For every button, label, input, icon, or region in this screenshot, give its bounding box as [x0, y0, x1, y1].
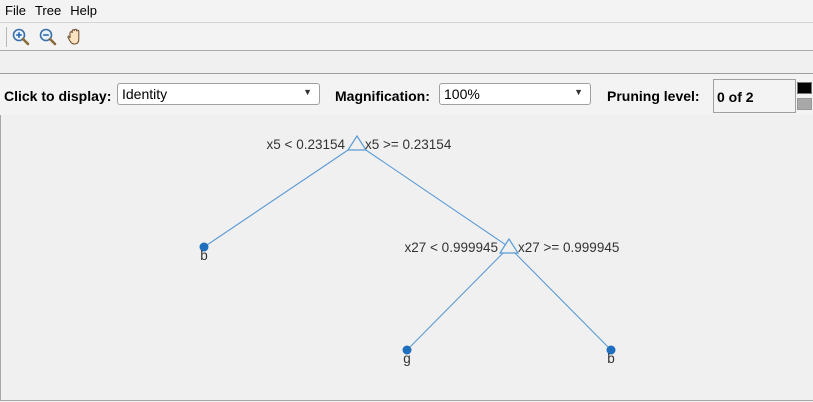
leaf-class-label: b — [607, 351, 615, 366]
edge-node2-left — [406, 246, 510, 351]
toolbar — [0, 23, 813, 51]
prune-less-button[interactable] — [797, 98, 812, 110]
prune-more-button[interactable] — [797, 82, 812, 94]
root-right-condition: x5 >= 0.23154 — [365, 137, 452, 152]
zoom-out-icon — [39, 28, 57, 46]
chevron-down-icon: ▼ — [574, 87, 583, 97]
display-select-value: Identity — [122, 86, 168, 102]
leaf-class-label: b — [200, 248, 208, 263]
pruning-level-value: 0 of 2 — [717, 89, 754, 105]
magnification-label: Magnification: — [335, 88, 430, 104]
node2-right-condition: x27 >= 0.999945 — [518, 240, 619, 255]
menu-tree[interactable]: Tree — [30, 0, 65, 22]
chevron-down-icon: ▼ — [303, 87, 312, 97]
leaf-class-label: g — [403, 351, 411, 366]
zoom-in-icon — [12, 28, 30, 46]
split-triangle-icon — [498, 237, 520, 254]
leaf-node-3[interactable]: b — [606, 345, 616, 367]
pruning-level-field[interactable]: 0 of 2 — [713, 79, 796, 113]
split-node-2[interactable]: x27 < 0.999945 x27 >= 0.999945 — [405, 237, 620, 255]
leaf-node-2[interactable]: g — [402, 345, 412, 367]
tree-diagram: x5 < 0.23154 x5 >= 0.23154 x27 < 0.99994… — [199, 134, 620, 367]
menu-file[interactable]: File — [0, 0, 30, 22]
split-triangle-icon — [346, 134, 368, 151]
pan-button[interactable] — [64, 26, 86, 48]
root-left-condition: x5 < 0.23154 — [267, 137, 346, 152]
menu-help[interactable]: Help — [65, 0, 101, 22]
menu-bar: File Tree Help — [0, 0, 813, 23]
zoom-out-button[interactable] — [37, 26, 59, 48]
pan-hand-icon — [67, 28, 80, 45]
magnification-select-value: 100% — [444, 86, 480, 102]
display-select[interactable]: Identity ▼ — [117, 83, 320, 105]
control-panel: Click to display: Identity ▼ Magnificati… — [0, 73, 813, 116]
edge-root-left — [203, 143, 358, 248]
zoom-in-button[interactable] — [10, 26, 32, 48]
pruning-label: Pruning level: — [607, 88, 700, 104]
node2-left-condition: x27 < 0.999945 — [405, 240, 498, 255]
toolbar-separator — [6, 27, 7, 47]
display-label: Click to display: — [4, 88, 112, 104]
root-node[interactable]: x5 < 0.23154 x5 >= 0.23154 — [267, 134, 452, 152]
edge-root-right — [356, 143, 510, 248]
magnification-select[interactable]: 100% ▼ — [439, 83, 591, 105]
edge-node2-right — [508, 246, 612, 351]
tree-canvas: x5 < 0.23154 x5 >= 0.23154 x27 < 0.99994… — [0, 115, 813, 401]
leaf-node-1[interactable]: b — [199, 242, 209, 264]
